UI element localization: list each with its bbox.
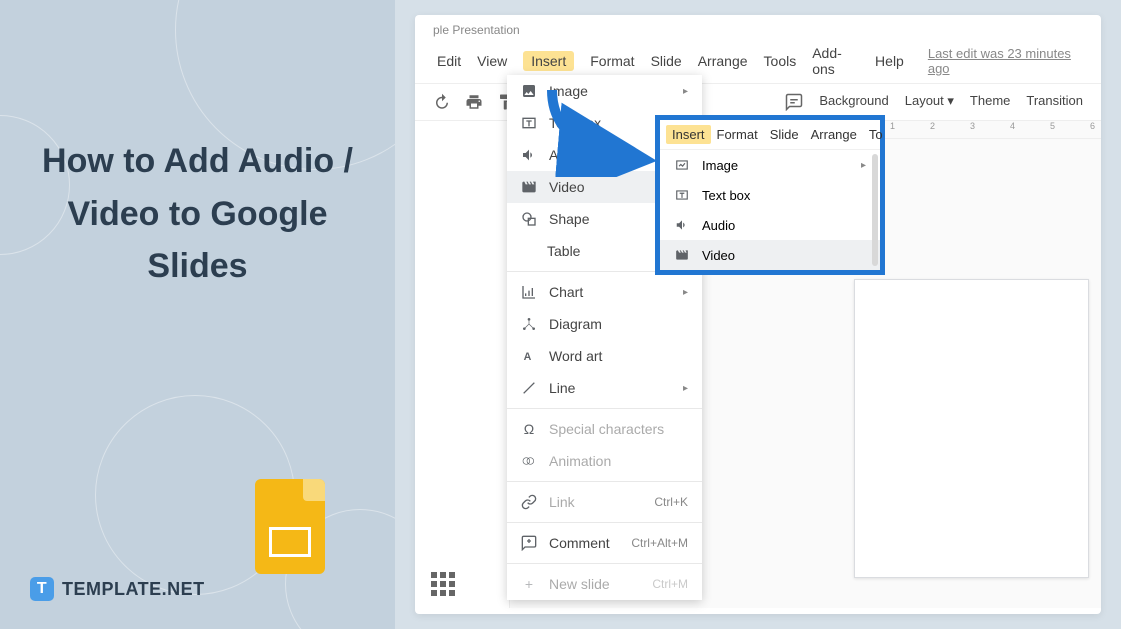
dropdown-item-wordart[interactable]: A Word art: [507, 340, 702, 372]
dropdown-item-animation[interactable]: Animation: [507, 445, 702, 477]
hero-title: How to Add Audio / Video to Google Slide…: [40, 135, 355, 293]
shortcut-text: Ctrl+K: [654, 495, 688, 509]
menu-addons[interactable]: Add-ons: [812, 45, 859, 77]
shape-icon: [521, 211, 537, 227]
menu-help[interactable]: Help: [875, 53, 904, 69]
plus-icon: +: [521, 576, 537, 592]
menu-insert[interactable]: Insert: [523, 51, 574, 71]
callout-item-textbox[interactable]: Text box: [660, 180, 880, 210]
google-slides-logo: [255, 479, 325, 574]
audio-icon: [674, 217, 690, 233]
chevron-right-icon: ▸: [683, 287, 688, 298]
callout-menu-partial[interactable]: To: [869, 127, 883, 142]
brand-logo: T TEMPLATE.NET: [30, 577, 205, 601]
last-edit-link[interactable]: Last edit was 23 minutes ago: [928, 46, 1079, 76]
dropdown-item-link[interactable]: Link Ctrl+K: [507, 486, 702, 518]
callout-menu-slide[interactable]: Slide: [770, 127, 799, 142]
brand-text: TEMPLATE.NET: [62, 579, 205, 600]
dropdown-item-special-chars[interactable]: Ω Special characters: [507, 413, 702, 445]
layout-button[interactable]: Layout ▾: [905, 93, 954, 111]
screenshot-panel: ple Presentation Edit View Insert Format…: [395, 0, 1121, 629]
image-icon: [521, 83, 537, 99]
omega-icon: Ω: [521, 421, 537, 437]
dropdown-item-diagram[interactable]: Diagram: [507, 308, 702, 340]
wordart-icon: A: [521, 348, 537, 364]
dropdown-separator: [507, 522, 702, 523]
diagram-icon: [521, 316, 537, 332]
callout-menu-arrange[interactable]: Arrange: [811, 127, 857, 142]
dropdown-item-chart[interactable]: Chart ▸: [507, 276, 702, 308]
dropdown-separator: [507, 563, 702, 564]
thumbnail-panel: [415, 139, 510, 608]
callout-item-video[interactable]: Video: [660, 240, 880, 270]
transition-button[interactable]: Transition: [1026, 93, 1083, 111]
line-icon: [521, 380, 537, 396]
theme-button[interactable]: Theme: [970, 93, 1010, 111]
chevron-right-icon: ▸: [861, 160, 866, 171]
chevron-right-icon: ▸: [683, 86, 688, 97]
background-button[interactable]: Background: [819, 93, 888, 111]
callout-menu-insert[interactable]: Insert: [666, 125, 711, 144]
comment-icon[interactable]: [785, 93, 803, 111]
menu-edit[interactable]: Edit: [437, 53, 461, 69]
animation-icon: [521, 453, 537, 469]
callout-item-audio[interactable]: Audio: [660, 210, 880, 240]
print-icon[interactable]: [465, 93, 483, 111]
callout-menu-format[interactable]: Format: [717, 127, 758, 142]
grid-view-icon[interactable]: [431, 572, 455, 596]
dropdown-item-comment[interactable]: Comment Ctrl+Alt+M: [507, 527, 702, 559]
link-icon: [521, 494, 537, 510]
comment-icon: [521, 535, 537, 551]
slide-canvas[interactable]: [854, 279, 1089, 578]
video-icon: [521, 179, 537, 195]
dropdown-separator: [507, 408, 702, 409]
undo-icon[interactable]: [433, 93, 451, 111]
video-icon: [674, 247, 690, 263]
dropdown-item-image[interactable]: Image ▸: [507, 75, 702, 107]
chart-icon: [521, 284, 537, 300]
shortcut-text: Ctrl+Alt+M: [631, 536, 688, 550]
image-icon: [674, 157, 690, 173]
menu-slide[interactable]: Slide: [651, 53, 682, 69]
dropdown-item-new-slide[interactable]: + New slide Ctrl+M: [507, 568, 702, 600]
textbox-icon: [521, 115, 537, 131]
audio-icon: [521, 147, 537, 163]
menu-view[interactable]: View: [477, 53, 507, 69]
dropdown-item-line[interactable]: Line ▸: [507, 372, 702, 404]
left-hero-panel: How to Add Audio / Video to Google Slide…: [0, 0, 395, 629]
callout-menubar: Insert Format Slide Arrange To: [660, 120, 880, 150]
brand-icon: T: [30, 577, 54, 601]
scrollbar[interactable]: [872, 154, 878, 266]
shortcut-text: Ctrl+M: [652, 577, 688, 591]
document-title: ple Presentation: [415, 15, 1101, 39]
chevron-right-icon: ▸: [683, 383, 688, 394]
menu-arrange[interactable]: Arrange: [698, 53, 748, 69]
svg-text:A: A: [524, 351, 532, 363]
menu-format[interactable]: Format: [590, 53, 634, 69]
textbox-icon: [674, 187, 690, 203]
menu-tools[interactable]: Tools: [764, 53, 797, 69]
google-slides-app: ple Presentation Edit View Insert Format…: [415, 15, 1101, 614]
zoomed-callout: Insert Format Slide Arrange To Image ▸ T…: [655, 115, 885, 275]
dropdown-separator: [507, 481, 702, 482]
callout-item-image[interactable]: Image ▸: [660, 150, 880, 180]
